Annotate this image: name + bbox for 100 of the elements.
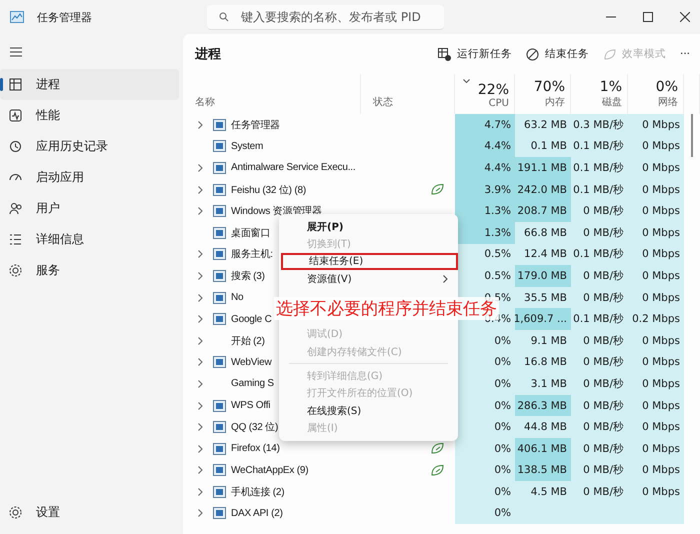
search-icon [219, 12, 229, 22]
expand-chevron-icon[interactable] [198, 488, 203, 496]
memory-value: 406.1 MB [515, 438, 571, 460]
sidebar-item[interactable]: 服务 [0, 255, 179, 286]
process-name: WPS Offi [231, 400, 270, 412]
expand-chevron-icon[interactable] [198, 509, 203, 518]
expand-chevron-icon[interactable] [198, 207, 203, 216]
menu-item[interactable]: 结束任务(E) [281, 252, 458, 270]
disk-value: 0.1 MB/秒 [571, 157, 628, 179]
clock-icon [9, 140, 22, 153]
network-value: 0 Mbps [628, 460, 684, 482]
expand-chevron-icon[interactable] [198, 423, 203, 432]
memory-value: 12.4 MB [515, 244, 571, 266]
disk-value: 0.1 MB/秒 [571, 178, 628, 200]
memory-value: 208.7 MB [515, 200, 571, 222]
sidebar-item[interactable]: 启动应用 [0, 162, 179, 193]
toolbar-button[interactable]: 结束任务 [524, 45, 591, 63]
sidebar-item[interactable]: 应用历史记录 [0, 131, 179, 162]
users-icon [9, 202, 22, 215]
network-value: 0 Mbps [628, 286, 684, 308]
expand-chevron-icon[interactable] [198, 402, 203, 410]
expand-chevron-icon[interactable] [198, 272, 203, 280]
memory-value: 1,609.7 ... [515, 308, 571, 330]
disk-value: 0 MB/秒 [571, 330, 628, 352]
process-name: Gaming S [231, 378, 274, 390]
network-value: 0 Mbps [628, 416, 684, 438]
cpu-value: 0% [455, 416, 515, 438]
sidebar-item[interactable]: 详细信息 [0, 224, 179, 255]
memory-value: 66.8 MB [515, 222, 571, 244]
gear-icon [9, 264, 22, 277]
cpu-value: 0% [455, 373, 515, 395]
cpu-value: 0% [455, 460, 515, 482]
toolbar-button[interactable]: 运行新任务 [436, 45, 514, 63]
expand-chevron-icon[interactable] [198, 444, 203, 453]
cpu-value: 3.9% [455, 178, 515, 200]
column-header: 状态 [373, 96, 394, 109]
memory-value: 44.8 MB [515, 416, 571, 438]
expand-chevron-icon[interactable] [198, 380, 203, 388]
network-value: 0.2 Mbps [628, 308, 684, 330]
menu-item[interactable]: 展开(P) [279, 218, 458, 236]
menu-item[interactable]: 在线搜索(S) [279, 402, 458, 420]
process-name: 搜索 (3) [231, 270, 265, 283]
sidebar-item[interactable]: 进程 [0, 69, 179, 100]
close-icon[interactable] [680, 12, 690, 22]
usage-percent: 1% [600, 79, 622, 95]
settings-item[interactable]: 设置 [0, 497, 179, 528]
cpu-value: 4.4% [455, 136, 515, 158]
memory-value: 191.1 MB [515, 157, 571, 179]
disk-value: 0 MB/秒 [571, 265, 628, 287]
column-header: 磁盘 [602, 96, 622, 109]
cancel-icon [526, 48, 539, 60]
app-icon [10, 11, 24, 23]
process-name: QQ (32 位) [231, 421, 278, 434]
process-name: No [231, 292, 244, 304]
process-name: 手机连接 (2) [231, 486, 284, 499]
process-name: 桌面窗口 [231, 226, 270, 240]
network-value: 0 Mbps [628, 265, 684, 287]
settings-icon [9, 506, 22, 519]
cpu-value: 0% [455, 481, 515, 503]
network-value: 0 Mbps [628, 136, 684, 158]
leaf-icon [602, 48, 616, 60]
window-plus-icon [438, 48, 451, 60]
memory-value: 0.1 MB [515, 136, 571, 158]
cpu-value: 1.3% [455, 200, 515, 222]
process-name: Google C [231, 314, 272, 325]
performance-chart-icon [9, 109, 22, 122]
sidebar-item[interactable]: 性能 [0, 100, 179, 131]
expand-chevron-icon[interactable] [198, 186, 203, 194]
more-button[interactable]: ··· [678, 46, 692, 62]
sidebar-item[interactable]: 用户 [0, 193, 179, 224]
expand-chevron-icon[interactable] [198, 358, 203, 366]
expand-chevron-icon[interactable] [198, 120, 203, 129]
search-field[interactable]: 键入要搜索的名称、发布者或 PID [207, 4, 444, 30]
process-name: 开始 (2) [231, 334, 265, 348]
memory-value: 9.1 MB [515, 330, 571, 352]
expand-chevron-icon[interactable] [198, 164, 203, 172]
expand-chevron-icon[interactable] [198, 466, 203, 474]
maximize-icon[interactable] [643, 12, 653, 22]
memory-value: 4.5 MB [515, 481, 571, 503]
expand-chevron-icon[interactable] [198, 294, 203, 302]
expand-chevron-icon[interactable] [198, 250, 203, 258]
process-name: DAX API (2) [231, 508, 283, 519]
menu-icon[interactable] [10, 47, 22, 57]
expand-chevron-icon[interactable] [198, 336, 203, 345]
cpu-value: 0% [455, 330, 515, 352]
menu-item[interactable]: 资源值(V) [279, 270, 458, 288]
process-name: System [231, 140, 264, 152]
process-name: WebView [231, 356, 272, 368]
scrollbar-thumb[interactable] [691, 114, 693, 136]
network-value: 0 Mbps [628, 330, 684, 352]
disk-value: 0 MB/秒 [571, 438, 628, 460]
usage-percent: 70% [534, 79, 565, 95]
cpu-value: 0% [455, 394, 515, 416]
network-value: 0 Mbps [628, 178, 684, 200]
list-icon [9, 233, 22, 246]
expand-chevron-icon[interactable] [198, 315, 203, 324]
disk-value: 0.1 MB/秒 [571, 244, 628, 266]
memory-value: 63.2 MB [515, 114, 571, 136]
memory-value: 138.5 MB [515, 460, 571, 482]
scrollbar-thumb[interactable] [691, 136, 693, 158]
